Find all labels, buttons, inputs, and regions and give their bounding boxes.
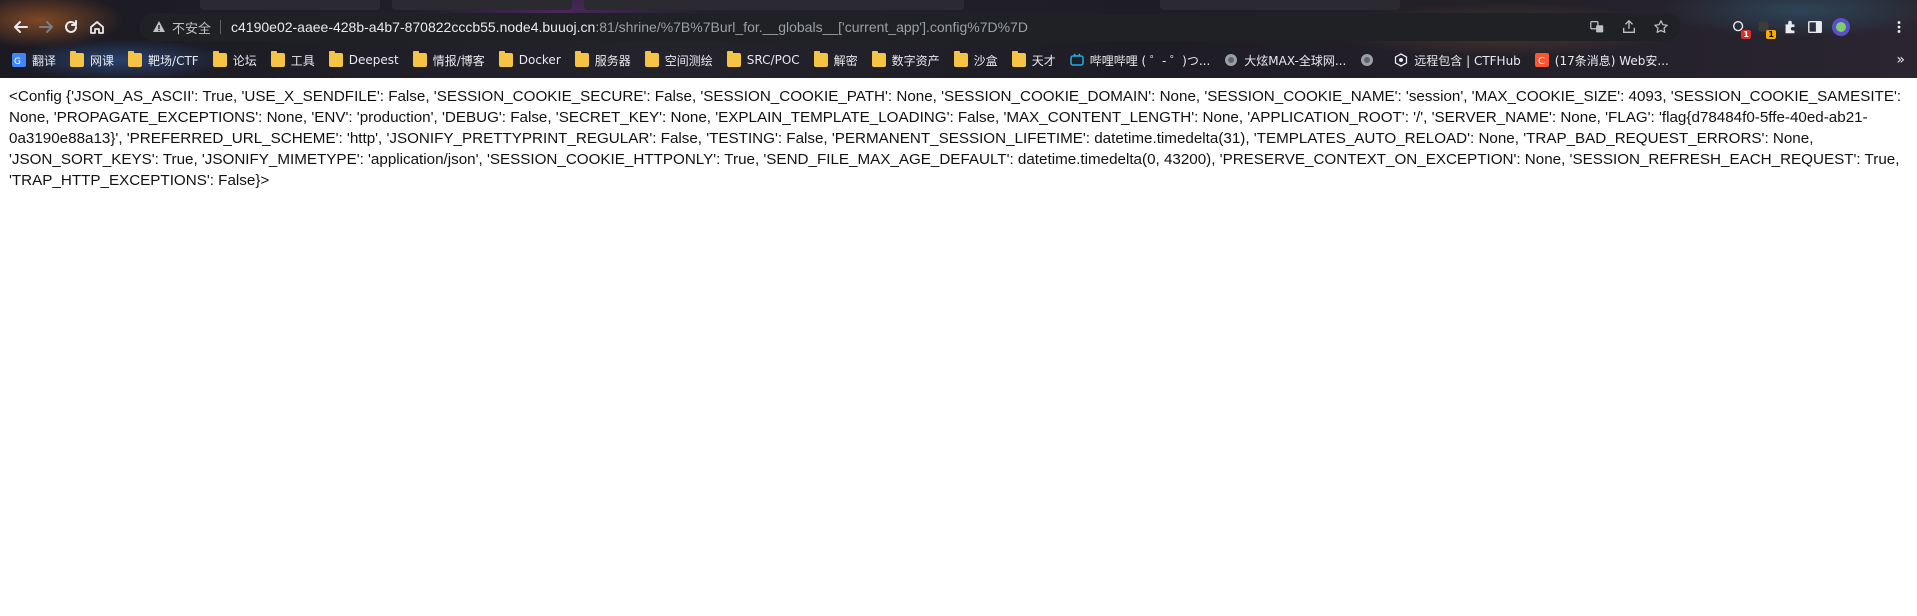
bookmark-label: 工具: [290, 53, 315, 68]
address-bar[interactable]: 不安全 c4190e02-aaee-428b-a4b7-870822cccb55…: [140, 13, 1680, 41]
tab[interactable]: [1160, 0, 1400, 10]
extension-icon[interactable]: 1: [1727, 15, 1751, 39]
forward-arrow-icon[interactable]: [34, 15, 58, 39]
globe-icon: [1361, 54, 1374, 66]
bookmark-label: Deepest: [348, 53, 399, 67]
bookmark-folder[interactable]: 论坛: [212, 51, 257, 69]
page-content: <Config {'JSON_AS_ASCII': True, 'USE_X_S…: [0, 78, 1917, 616]
bookmark-label: (17条消息) Web安...: [1554, 53, 1669, 68]
warning-triangle-icon[interactable]: [152, 20, 166, 34]
config-output-text: <Config {'JSON_AS_ASCII': True, 'USE_X_S…: [9, 88, 1902, 189]
bookmark-folder[interactable]: 工具: [270, 51, 315, 69]
security-label[interactable]: 不安全: [172, 18, 211, 37]
bookmarks-bar: G 翻译 网课 靶场/CTF 论坛 工具 Deepest 情报/博客 Docke…: [0, 48, 1917, 72]
puzzle-icon[interactable]: [1778, 15, 1802, 39]
bookmark-ctfhub[interactable]: 远程包含 | CTFHub: [1394, 52, 1521, 69]
bookmark-folder[interactable]: 靶场/CTF: [128, 51, 199, 69]
bookmark-folder[interactable]: Deepest: [328, 51, 399, 67]
tab[interactable]: [584, 0, 964, 10]
bookmark-folder[interactable]: 网课: [70, 51, 115, 69]
bookmark-folder[interactable]: SRC/POC: [726, 51, 800, 67]
bookmark-label: 情报/博客: [432, 53, 485, 68]
tab[interactable]: [200, 0, 380, 10]
bookmark-label: Docker: [518, 53, 561, 67]
csdn-icon: C: [1534, 53, 1549, 67]
translate-icon[interactable]: [1588, 18, 1606, 36]
translate-app-icon: G: [12, 53, 26, 67]
extension-icon[interactable]: 1: [1752, 15, 1776, 39]
folder-icon: [328, 51, 343, 67]
home-icon[interactable]: [85, 15, 109, 39]
svg-text:G: G: [14, 57, 21, 67]
url-host[interactable]: c4190e02-aaee-428b-a4b7-870822cccb55.nod…: [231, 19, 595, 35]
bookmark-label: 天才: [1031, 53, 1056, 68]
folder-icon: [871, 51, 886, 67]
folder-icon: [412, 51, 427, 67]
bookmark-translate[interactable]: G 翻译: [12, 52, 56, 69]
bookmark-label: 大炫MAX-全球网...: [1244, 53, 1347, 68]
bookmark-label: 沙盒: [973, 53, 998, 68]
toolbar: 不安全 c4190e02-aaee-428b-a4b7-870822cccb55…: [0, 12, 1917, 42]
folder-icon: [1011, 51, 1026, 67]
bookmark-label: 网课: [90, 53, 115, 68]
folder-icon: [128, 51, 143, 67]
bookmark-label: 服务器: [594, 53, 631, 68]
bookmark-csdn[interactable]: C (17条消息) Web安...: [1534, 52, 1669, 69]
bookmark-folder[interactable]: 沙盒: [953, 51, 998, 69]
folder-icon: [574, 51, 589, 67]
ctfhub-icon: [1395, 53, 1408, 67]
share-icon[interactable]: [1620, 18, 1638, 36]
bookmark-label: 解密: [833, 53, 858, 68]
folder-icon: [270, 51, 285, 67]
side-panel-icon[interactable]: [1803, 15, 1827, 39]
bookmark-label: 翻译: [32, 53, 57, 68]
folder-icon: [498, 51, 513, 67]
bookmark-folder[interactable]: 数字资产: [871, 51, 940, 69]
bookmark-folder[interactable]: Docker: [498, 51, 561, 67]
bookmark-label: 哔哩哔哩 ( ゜- ゜)つ...: [1089, 53, 1211, 68]
globe-icon: [1225, 54, 1238, 66]
bookmark-label: SRC/POC: [746, 53, 800, 67]
extension-badge: 1: [1741, 30, 1751, 39]
bookmark-label: 数字资产: [891, 53, 940, 68]
bookmark-folder[interactable]: 解密: [813, 51, 858, 69]
bookmark-label: 靶场/CTF: [148, 53, 199, 68]
kebab-menu-icon[interactable]: [1887, 15, 1911, 39]
bookmark-label: 论坛: [232, 53, 257, 68]
bookmark-folder[interactable]: 天才: [1011, 51, 1056, 69]
bookmark-site[interactable]: 大炫MAX-全球网...: [1224, 52, 1346, 69]
bookmark-label: 远程包含 | CTFHub: [1414, 53, 1521, 68]
bookmark-label: 空间测绘: [664, 53, 713, 68]
bookmark-folder[interactable]: 空间测绘: [644, 51, 713, 69]
tab[interactable]: [392, 0, 572, 10]
folder-icon: [212, 51, 227, 67]
bookmark-bilibili[interactable]: 哔哩哔哩 ( ゜- ゜)つ...: [1069, 52, 1211, 69]
bilibili-icon: [1069, 53, 1084, 66]
tab-strip: [0, 0, 1917, 12]
bookmarks-overflow-button[interactable]: »: [1896, 52, 1905, 68]
address-bar-actions: [1588, 18, 1670, 36]
divider: [220, 20, 222, 34]
bookmark-folder[interactable]: 服务器: [574, 51, 631, 69]
folder-icon: [953, 51, 968, 67]
folder-icon: [813, 51, 828, 67]
back-arrow-icon[interactable]: [9, 15, 33, 39]
extension-badge: 1: [1766, 30, 1776, 39]
folder-icon: [70, 51, 85, 67]
browser-chrome: 不安全 c4190e02-aaee-428b-a4b7-870822cccb55…: [0, 0, 1917, 78]
folder-icon: [644, 51, 659, 67]
url-path[interactable]: :81/shrine/%7B%7Burl_for.__globals__['cu…: [595, 19, 1028, 35]
bookmark-folder[interactable]: 情报/博客: [412, 51, 485, 69]
reload-icon[interactable]: [59, 15, 83, 39]
star-icon[interactable]: [1652, 18, 1670, 36]
bookmark-site[interactable]: [1360, 53, 1380, 67]
folder-icon: [726, 51, 741, 67]
svg-text:C: C: [1538, 56, 1545, 67]
avatar-icon[interactable]: [1829, 15, 1853, 39]
